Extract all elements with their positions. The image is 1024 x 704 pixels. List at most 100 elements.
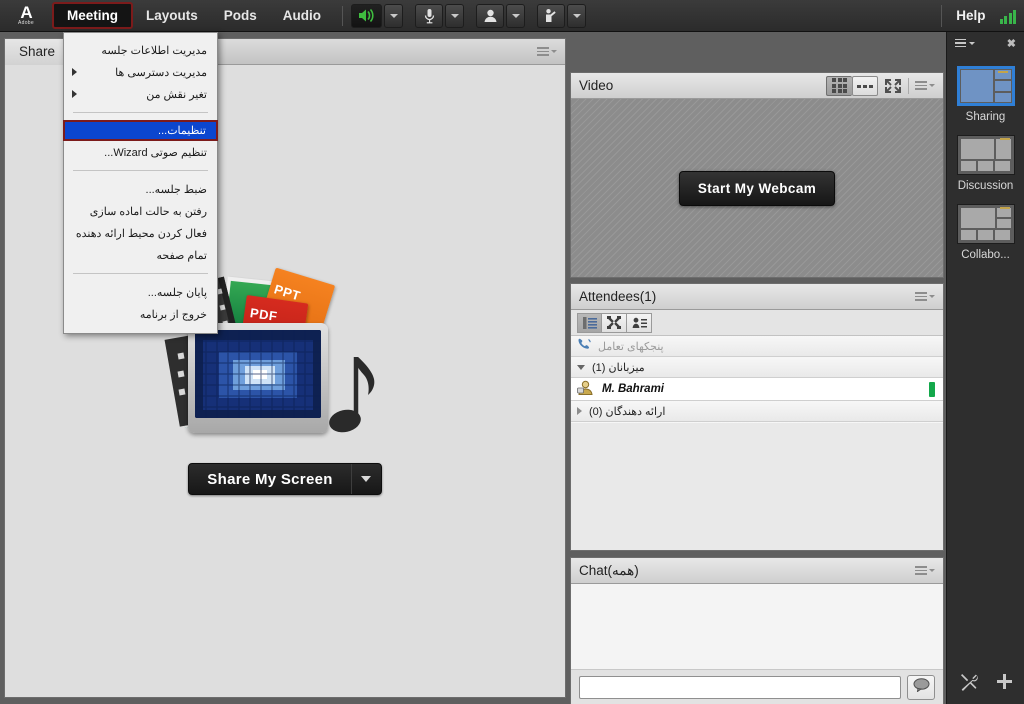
hamburger-icon bbox=[915, 81, 927, 90]
share-my-screen-dropdown[interactable] bbox=[350, 464, 381, 494]
help-button[interactable]: Help bbox=[956, 8, 999, 23]
chat-send-button[interactable] bbox=[907, 674, 935, 700]
chat-pod-menu-button[interactable] bbox=[915, 566, 935, 575]
attendees-group-hosts-label: میزبانان (1) bbox=[592, 361, 645, 374]
hamburger-icon bbox=[915, 566, 927, 575]
menu-item-enable-presenter-area[interactable]: فعال کردن محیط ارائه دهنده bbox=[64, 222, 217, 244]
menu-item-preparing-mode[interactable]: رفتن به حالت اماده سازی bbox=[64, 200, 217, 222]
layout-label-collaboration: Collabo... bbox=[961, 249, 1010, 261]
speaker-dropdown-arrow[interactable] bbox=[384, 3, 404, 28]
attendees-pod-menu-button[interactable] bbox=[915, 292, 935, 301]
chat-pod: Chat (همه) bbox=[570, 557, 944, 704]
video-pod-menu-button[interactable] bbox=[915, 81, 935, 90]
adobe-logo-text: Adobe bbox=[18, 20, 34, 26]
hamburger-icon[interactable] bbox=[955, 38, 966, 48]
layout-item-discussion[interactable]: Discussion bbox=[947, 135, 1024, 192]
menu-separator bbox=[73, 273, 208, 274]
chevron-down-icon bbox=[929, 569, 935, 572]
submenu-arrow-icon bbox=[72, 68, 77, 76]
attendees-pod: Attendees (1) پنجکهای تعامل میزبانان (1)… bbox=[570, 283, 944, 551]
attendees-empty-area bbox=[571, 423, 943, 550]
attendees-group-presenters[interactable]: ارائه دهندگان (0) bbox=[571, 401, 943, 422]
menu-item-exit-application[interactable]: خروج از برنامه bbox=[64, 303, 217, 325]
share-my-screen-label: Share My Screen bbox=[207, 470, 333, 488]
menu-item-manage-access[interactable]: مدیریت دسترسی ها bbox=[64, 61, 217, 83]
list-view-icon[interactable] bbox=[577, 312, 602, 333]
menu-item-change-my-role[interactable]: تغیر نقش من bbox=[64, 83, 217, 105]
speech-bubble-icon bbox=[913, 677, 930, 697]
help-divider bbox=[941, 4, 943, 27]
menu-audio[interactable]: Audio bbox=[270, 3, 334, 29]
microphone-icon[interactable] bbox=[415, 3, 444, 28]
attendee-name: M. Bahrami bbox=[602, 383, 664, 395]
layout-label-sharing: Sharing bbox=[965, 111, 1006, 123]
menu-bar: A Adobe Meeting Layouts Pods Audio Help bbox=[0, 0, 1024, 32]
share-pod-menu-button[interactable] bbox=[537, 47, 557, 56]
menu-item-preferences[interactable]: تنظیمات... bbox=[63, 120, 218, 141]
menu-item-fullscreen[interactable]: تمام صفحه bbox=[64, 244, 217, 266]
layout-label-discussion: Discussion bbox=[957, 180, 1014, 192]
speaker-icon[interactable] bbox=[351, 3, 383, 28]
menu-item-record-meeting[interactable]: ضبط جلسه... bbox=[64, 178, 217, 200]
attendees-count: (1) bbox=[639, 289, 657, 304]
chevron-down-icon bbox=[969, 41, 975, 45]
layout-thumbnail-sharing bbox=[956, 66, 1015, 106]
webcam-dropdown-arrow[interactable] bbox=[506, 3, 526, 28]
chevron-down-icon bbox=[929, 295, 935, 298]
webcam-icon[interactable] bbox=[476, 3, 505, 28]
filmstrip-view-icon[interactable] bbox=[852, 75, 878, 96]
menu-item-audio-setup-wizard[interactable]: تنظیم صوتی Wizard... bbox=[64, 141, 217, 163]
layout-item-sharing[interactable]: Sharing bbox=[947, 66, 1024, 123]
menu-pods[interactable]: Pods bbox=[211, 3, 270, 29]
raise-hand-control bbox=[537, 3, 587, 28]
video-pod-tools bbox=[826, 75, 935, 96]
webcam-control bbox=[476, 3, 526, 28]
chat-input[interactable] bbox=[579, 675, 901, 699]
layouts-rail-header: ✖ bbox=[947, 32, 1024, 54]
fullscreen-icon[interactable] bbox=[884, 78, 902, 94]
attendee-row-bahrami[interactable]: M. Bahrami bbox=[571, 378, 943, 401]
layout-item-collaboration[interactable]: Collabo... bbox=[947, 204, 1024, 261]
share-pod-tab[interactable]: Share bbox=[5, 38, 71, 65]
microphone-dropdown-arrow[interactable] bbox=[445, 3, 465, 28]
chevron-down-icon bbox=[551, 50, 557, 53]
layout-thumbnail-discussion bbox=[956, 135, 1015, 175]
layouts-rail: ✖ Sharing Discussion Collabo... bbox=[946, 32, 1024, 704]
adobe-connect-window: A Adobe Meeting Layouts Pods Audio Help … bbox=[0, 0, 1024, 704]
menu-item-manage-meeting-info[interactable]: مدیریت اطلاعات جلسه bbox=[64, 39, 217, 61]
chevron-down-icon bbox=[577, 364, 585, 370]
close-icon[interactable]: ✖ bbox=[1007, 37, 1016, 50]
chat-message-area bbox=[571, 584, 943, 670]
breakout-view-icon[interactable] bbox=[602, 312, 627, 333]
tools-icon[interactable] bbox=[959, 672, 978, 694]
chat-pod-scope: (همه) bbox=[607, 562, 639, 578]
signal-strength-icon[interactable] bbox=[999, 8, 1024, 24]
attendees-group-hosts[interactable]: میزبانان (1) bbox=[571, 357, 943, 378]
layouts-rail-footer bbox=[947, 672, 1024, 694]
menu-meeting[interactable]: Meeting bbox=[52, 2, 134, 29]
chat-pod-title: Chat bbox=[579, 563, 608, 578]
menu-item-end-meeting[interactable]: پایان جلسه... bbox=[64, 281, 217, 303]
add-layout-icon[interactable] bbox=[996, 673, 1013, 693]
start-my-webcam-button[interactable]: Start My Webcam bbox=[678, 170, 836, 206]
attendees-group-presenters-label: ارائه دهندگان (0) bbox=[589, 405, 666, 418]
raise-hand-icon[interactable] bbox=[537, 3, 566, 28]
share-my-screen-button[interactable]: Share My Screen bbox=[188, 463, 382, 495]
host-avatar-icon bbox=[577, 380, 594, 398]
adobe-logo: A Adobe bbox=[0, 0, 52, 32]
menu-layouts[interactable]: Layouts bbox=[133, 3, 211, 29]
attendees-interaction-label: پنجکهای تعامل bbox=[598, 340, 664, 353]
adobe-logo-glyph: A bbox=[20, 3, 32, 22]
attendees-view-toolbar bbox=[571, 310, 943, 336]
raise-hand-dropdown-arrow[interactable] bbox=[567, 3, 587, 28]
meeting-dropdown-menu: مدیریت اطلاعات جلسه مدیریت دسترسی ها تغی… bbox=[63, 32, 218, 334]
chevron-right-icon bbox=[577, 407, 582, 415]
attendees-interaction-row[interactable]: پنجکهای تعامل bbox=[571, 336, 943, 357]
menu-item-change-my-role-label: تغیر نقش من bbox=[146, 88, 207, 101]
chat-input-row bbox=[571, 670, 943, 704]
status-view-icon[interactable] bbox=[627, 312, 652, 333]
video-pod-body: Start My Webcam bbox=[571, 99, 943, 277]
grid-view-icon[interactable] bbox=[826, 75, 852, 96]
video-pod-title: Video bbox=[579, 78, 614, 93]
chat-pod-header: Chat (همه) bbox=[571, 558, 943, 584]
